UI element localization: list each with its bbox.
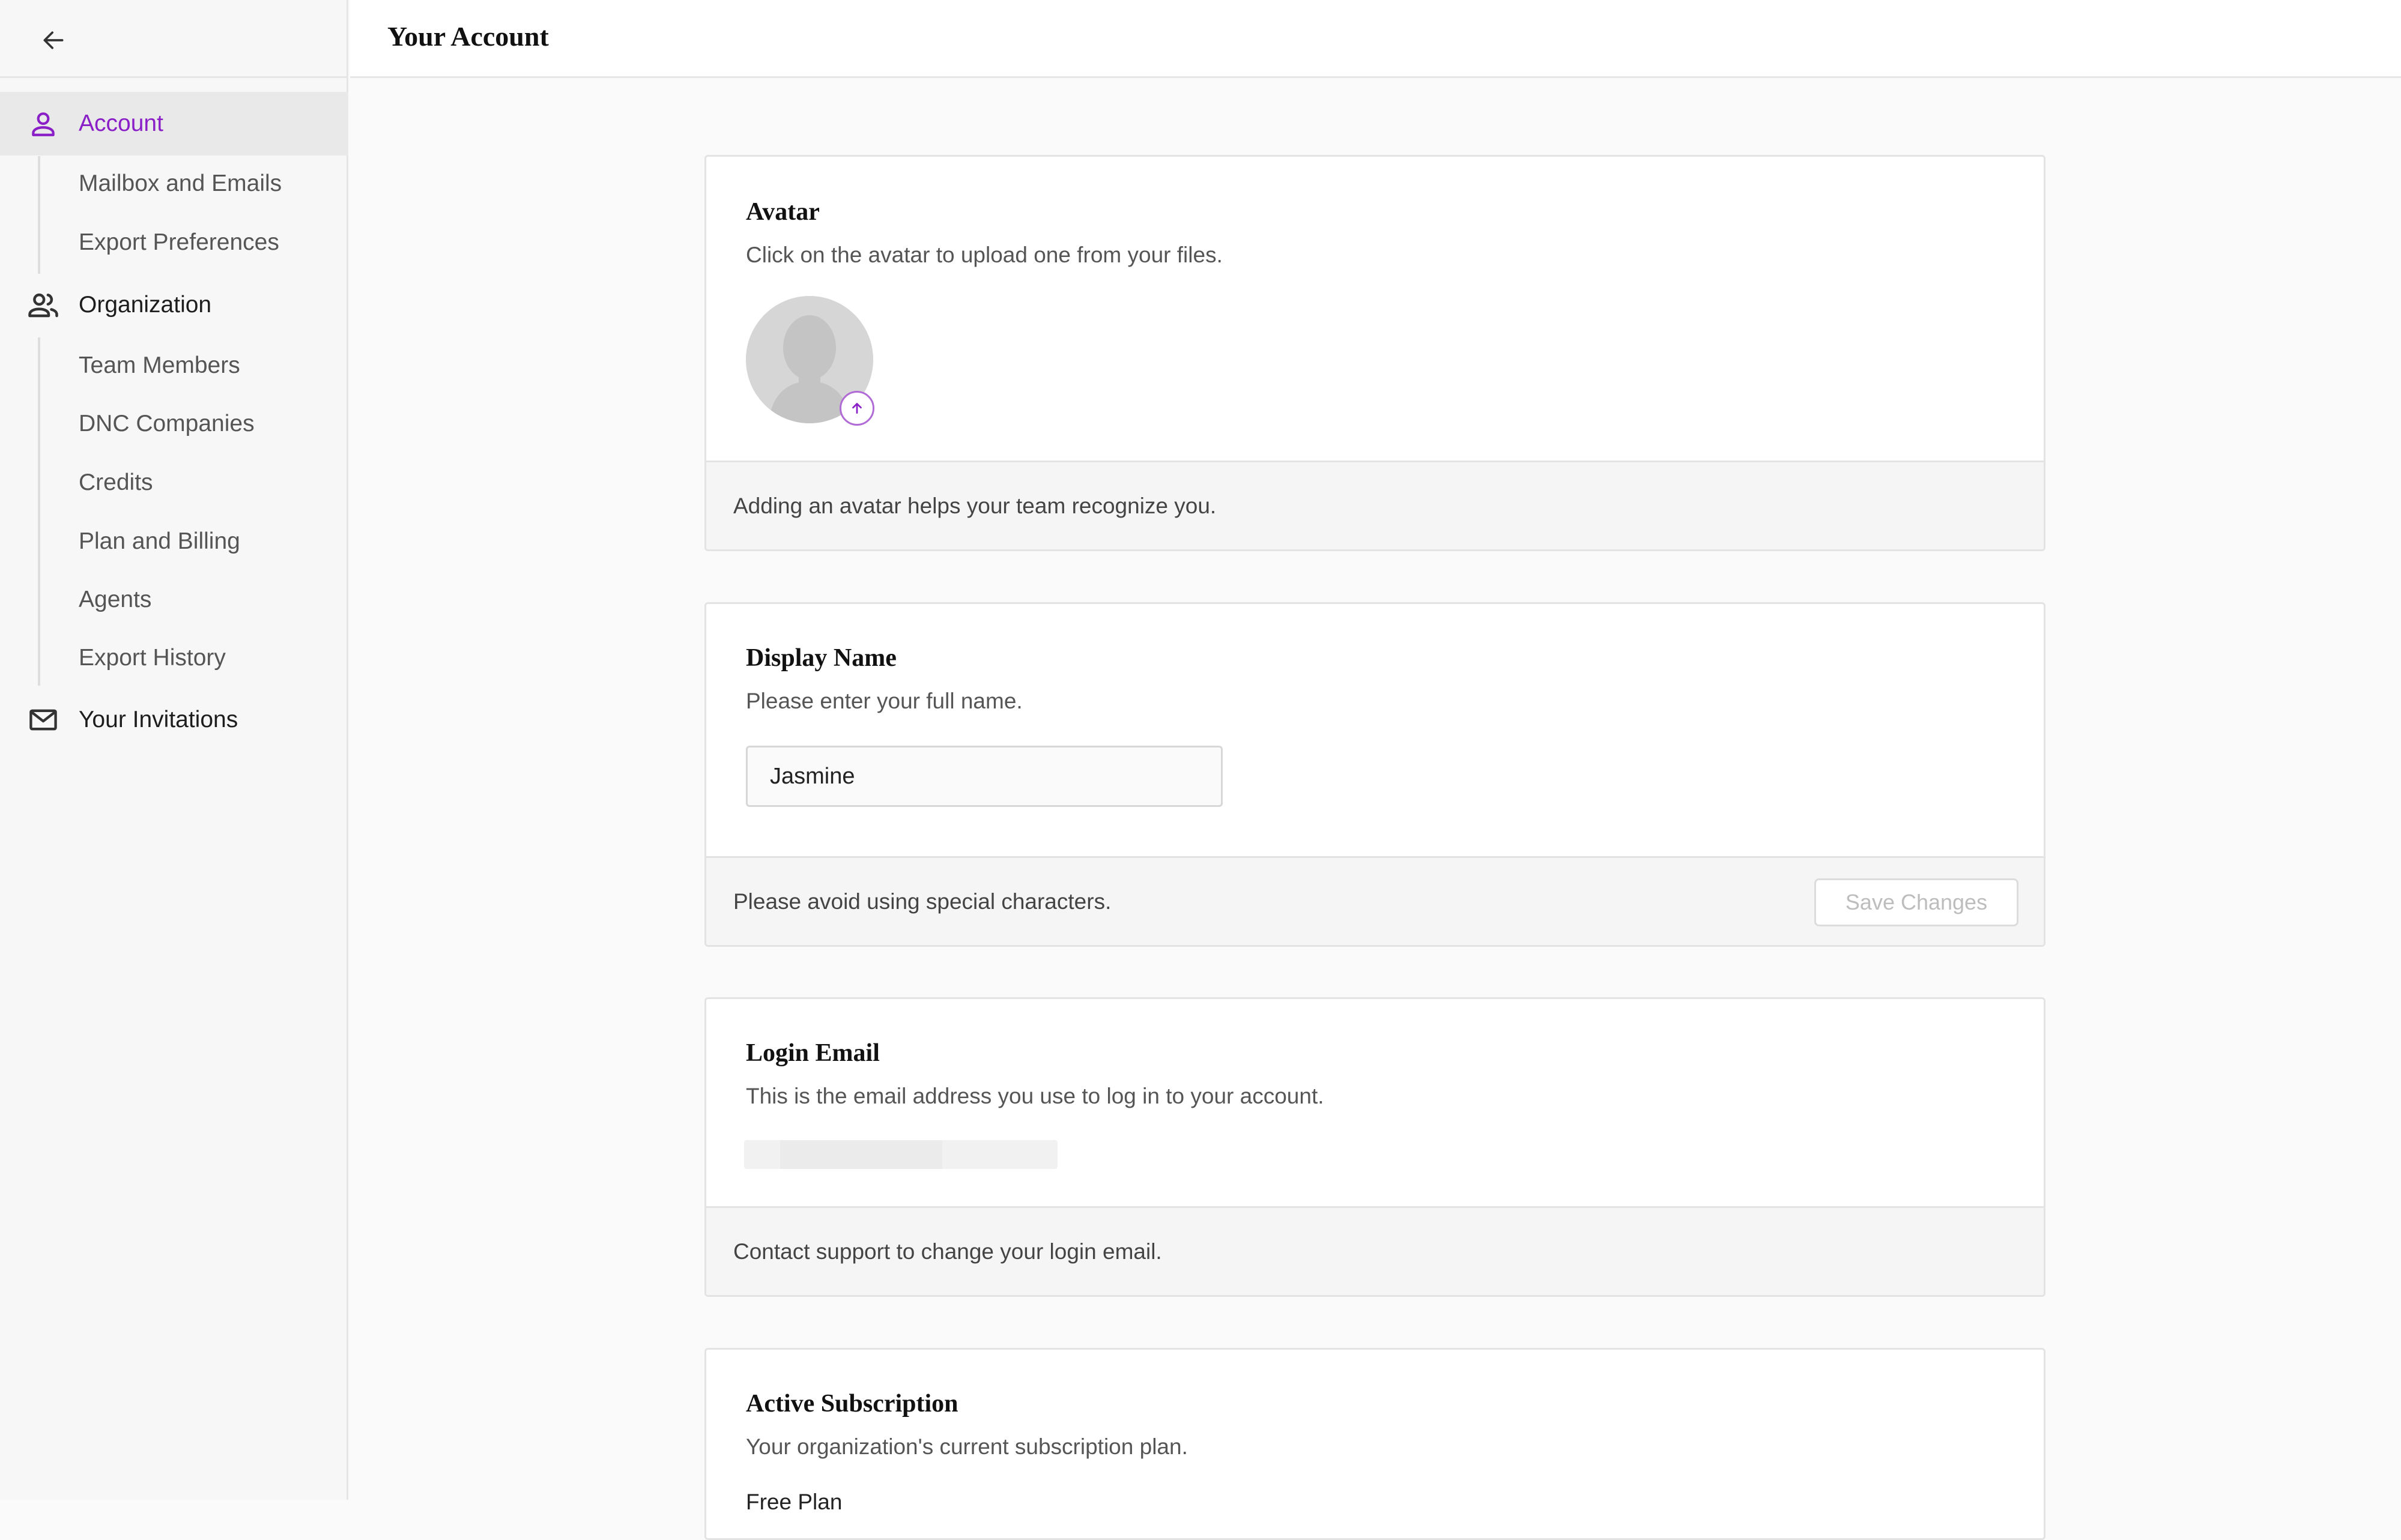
card-title: Display Name xyxy=(746,644,897,672)
sidebar-item-your-invitations[interactable]: Your Invitations xyxy=(0,688,348,752)
arrow-left-icon xyxy=(43,31,64,49)
sidebar-header xyxy=(0,0,347,78)
card-footer: Please avoid using special characters. S… xyxy=(706,856,2044,945)
back-button[interactable] xyxy=(35,22,72,59)
upload-avatar-button[interactable] xyxy=(840,391,874,426)
person-icon xyxy=(24,104,62,143)
card-title: Avatar xyxy=(746,198,820,226)
sidebar-item-account[interactable]: Account xyxy=(0,92,348,156)
top-bar: Your Account xyxy=(350,0,2401,78)
sidebar-item-label: Account xyxy=(79,110,163,136)
sidebar-item-dnc-companies[interactable]: DNC Companies xyxy=(79,411,255,437)
page-title: Your Account xyxy=(387,21,549,52)
sidebar-item-export-history[interactable]: Export History xyxy=(79,645,226,671)
card-description: Click on the avatar to upload one from y… xyxy=(746,243,1223,267)
card-footer-text: Contact support to change your login ema… xyxy=(733,1239,1162,1264)
sidebar-item-export-preferences[interactable]: Export Preferences xyxy=(79,229,279,256)
login-email-card: Login Email This is the email address yo… xyxy=(704,997,2045,1297)
envelope-icon xyxy=(24,701,62,739)
card-footer-text: Adding an avatar helps your team recogni… xyxy=(733,494,1217,518)
card-description: Please enter your full name. xyxy=(746,689,1023,713)
sidebar-item-credits[interactable]: Credits xyxy=(79,470,153,496)
sidebar-item-mailbox-and-emails[interactable]: Mailbox and Emails xyxy=(79,171,282,197)
sidebar-item-label: Your Invitations xyxy=(79,707,238,732)
card-description: This is the email address you use to log… xyxy=(746,1084,1324,1108)
sidebar-item-agents[interactable]: Agents xyxy=(79,587,151,613)
avatar-card: Avatar Click on the avatar to upload one… xyxy=(704,155,2045,551)
arrow-up-icon xyxy=(852,403,862,414)
nav-guide-line xyxy=(38,337,40,686)
display-name-input[interactable] xyxy=(746,746,1223,807)
sidebar: Account Mailbox and Emails Export Prefer… xyxy=(0,0,348,1500)
display-name-card: Display Name Please enter your full name… xyxy=(704,602,2045,947)
card-description: Your organization's current subscription… xyxy=(746,1434,1188,1459)
loading-shimmer xyxy=(780,1140,942,1169)
subscription-card: Active Subscription Your organization's … xyxy=(704,1348,2045,1540)
card-footer: Adding an avatar helps your team recogni… xyxy=(706,460,2044,549)
sidebar-item-team-members[interactable]: Team Members xyxy=(79,352,240,379)
nav-guide-line xyxy=(38,156,40,274)
sidebar-item-organization[interactable]: Organization xyxy=(0,273,348,337)
save-changes-button[interactable]: Save Changes xyxy=(1814,878,2018,926)
card-footer: Contact support to change your login ema… xyxy=(706,1206,2044,1295)
card-title: Login Email xyxy=(746,1039,880,1067)
sidebar-item-plan-and-billing[interactable]: Plan and Billing xyxy=(79,528,240,555)
card-title: Active Subscription xyxy=(746,1390,958,1418)
card-footer-text: Please avoid using special characters. xyxy=(733,889,1112,914)
sidebar-item-label: Organization xyxy=(79,292,212,318)
subscription-plan-name: Free Plan xyxy=(746,1490,843,1514)
login-email-value xyxy=(744,1140,1058,1169)
people-icon xyxy=(24,286,62,324)
